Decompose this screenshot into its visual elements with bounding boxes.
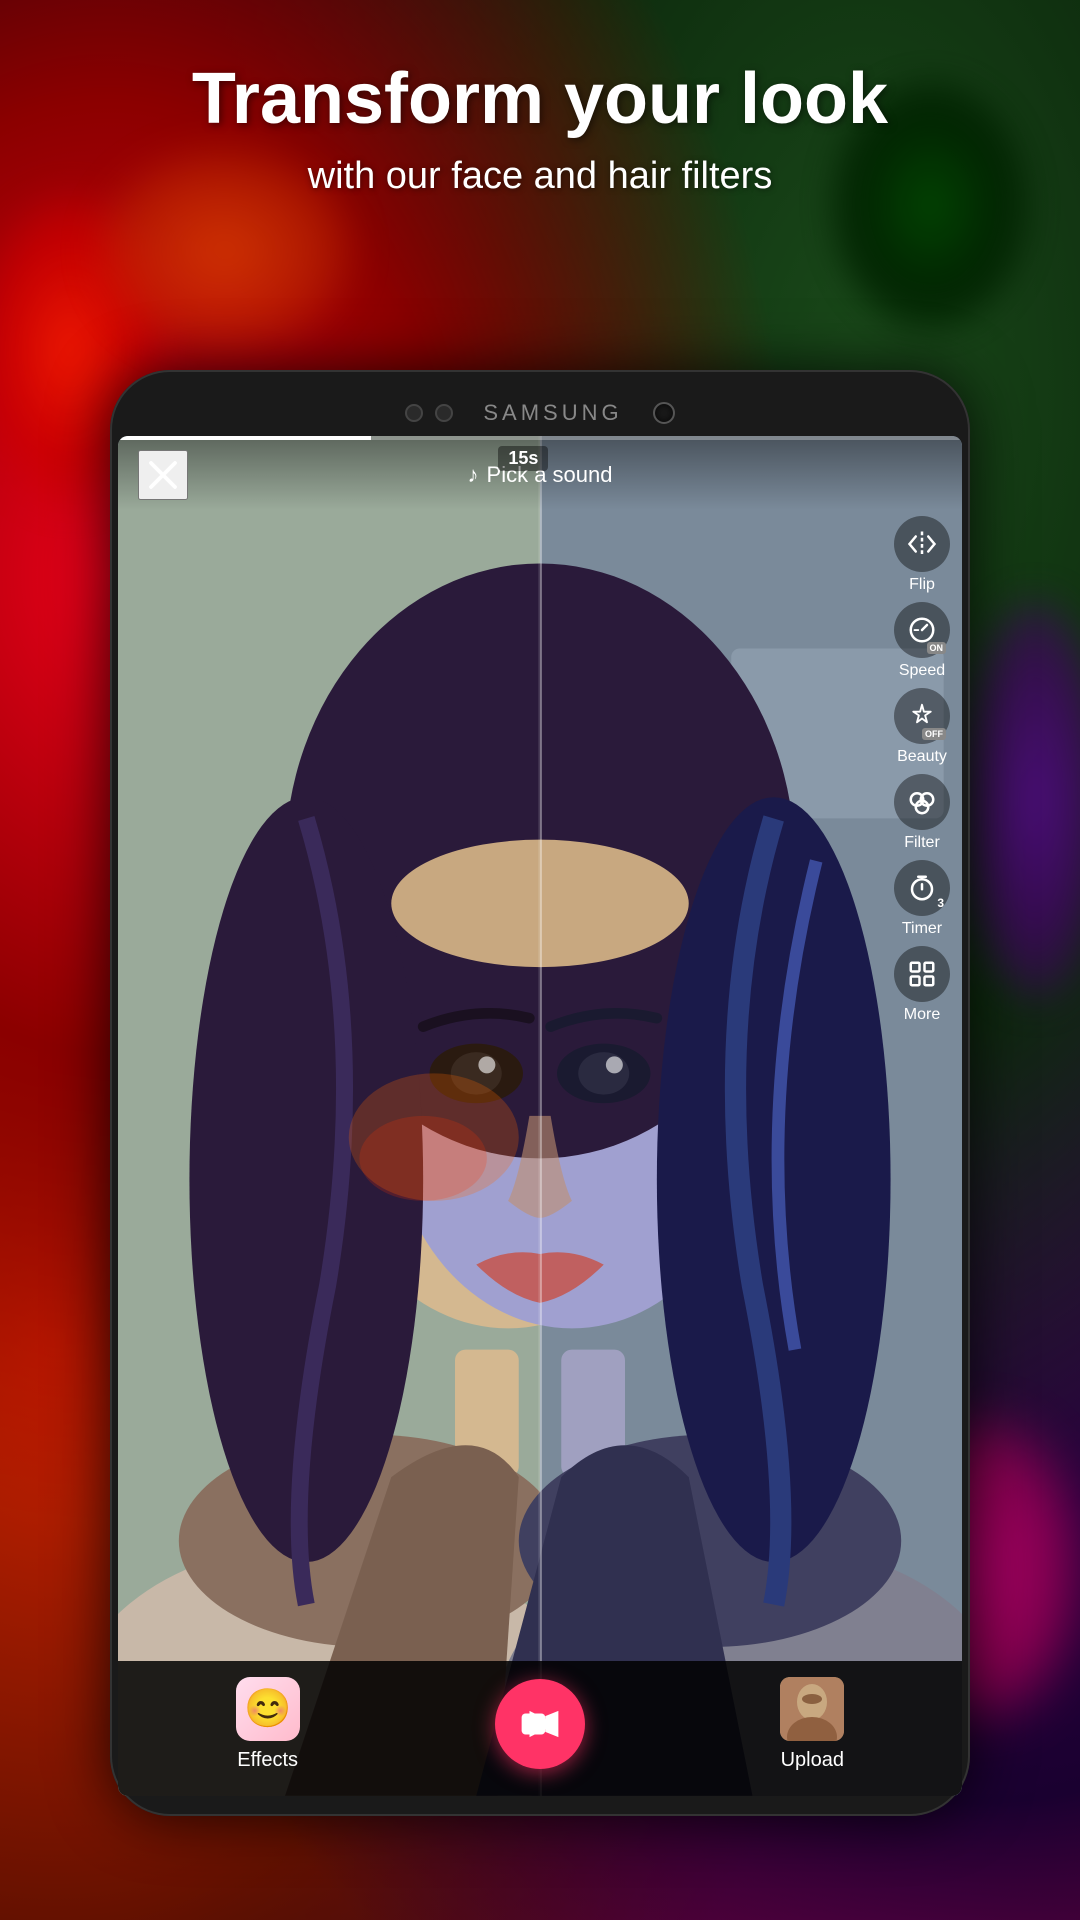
more-icon-circle — [894, 946, 950, 1002]
phone-hardware-bar: SAMSUNG — [118, 400, 962, 426]
music-icon: ♪ — [468, 462, 479, 488]
phone-frame: SAMSUNG — [110, 370, 970, 1816]
screen-top-nav: 15s ♪ Pick a sound — [118, 436, 962, 510]
timer-num-badge: 3 — [937, 896, 944, 910]
timer-label: Timer — [902, 920, 942, 938]
progress-fill — [118, 436, 371, 440]
effects-button[interactable]: 😊 Effects — [236, 1677, 300, 1772]
front-camera — [653, 402, 675, 424]
record-button[interactable] — [495, 1679, 585, 1769]
camera-dot-1 — [405, 404, 423, 422]
sub-title: with our face and hair filters — [40, 155, 1040, 198]
timer-control[interactable]: 3 Timer — [894, 860, 950, 938]
filter-control[interactable]: Filter — [894, 774, 950, 852]
speed-control[interactable]: ON Speed — [894, 602, 950, 680]
beauty-icon-circle: OFF — [894, 688, 950, 744]
speed-badge: ON — [927, 642, 947, 654]
more-control[interactable]: More — [894, 946, 950, 1024]
beauty-icon — [907, 701, 937, 731]
close-button[interactable] — [138, 450, 188, 500]
more-label: More — [904, 1006, 940, 1024]
filter-icon — [907, 787, 937, 817]
timer-icon — [907, 873, 937, 903]
upload-thumb-image — [780, 1677, 844, 1741]
upload-button[interactable]: Upload — [780, 1677, 844, 1772]
beauty-badge: OFF — [922, 728, 946, 740]
camera-dot-2 — [435, 404, 453, 422]
upload-thumbnail — [780, 1677, 844, 1741]
effects-icon: 😊 — [236, 1677, 300, 1741]
effects-label: Effects — [237, 1749, 298, 1772]
timer-badge: 15s — [498, 446, 548, 471]
phone-wrapper: SAMSUNG — [110, 370, 970, 1816]
speed-icon-circle: ON — [894, 602, 950, 658]
effects-emoji: 😊 — [244, 1687, 291, 1731]
flip-icon — [907, 529, 937, 559]
more-icon — [907, 959, 937, 989]
brand-logo: SAMSUNG — [483, 400, 622, 426]
progress-bar — [118, 436, 962, 440]
screen-bottom-bar: 😊 Effects — [118, 1661, 962, 1796]
speed-icon — [907, 615, 937, 645]
beauty-label: Beauty — [897, 748, 947, 766]
upload-label: Upload — [781, 1749, 844, 1772]
split-line — [540, 436, 542, 1796]
phone-screen: 15s ♪ Pick a sound — [118, 436, 962, 1796]
flip-icon-circle — [894, 516, 950, 572]
right-controls: Flip ON Speed — [894, 516, 950, 1024]
speed-label: Speed — [899, 662, 945, 680]
close-icon — [145, 457, 181, 493]
flip-control[interactable]: Flip — [894, 516, 950, 594]
record-icon — [519, 1703, 561, 1745]
flip-label: Flip — [909, 576, 935, 594]
header-section: Transform your look with our face and ha… — [0, 60, 1080, 198]
main-title: Transform your look — [40, 60, 1040, 139]
camera-sensors — [405, 404, 453, 422]
camera-view — [118, 436, 962, 1796]
filter-label: Filter — [904, 834, 940, 852]
beauty-control[interactable]: OFF Beauty — [894, 688, 950, 766]
filter-icon-circle — [894, 774, 950, 830]
timer-icon-circle: 3 — [894, 860, 950, 916]
